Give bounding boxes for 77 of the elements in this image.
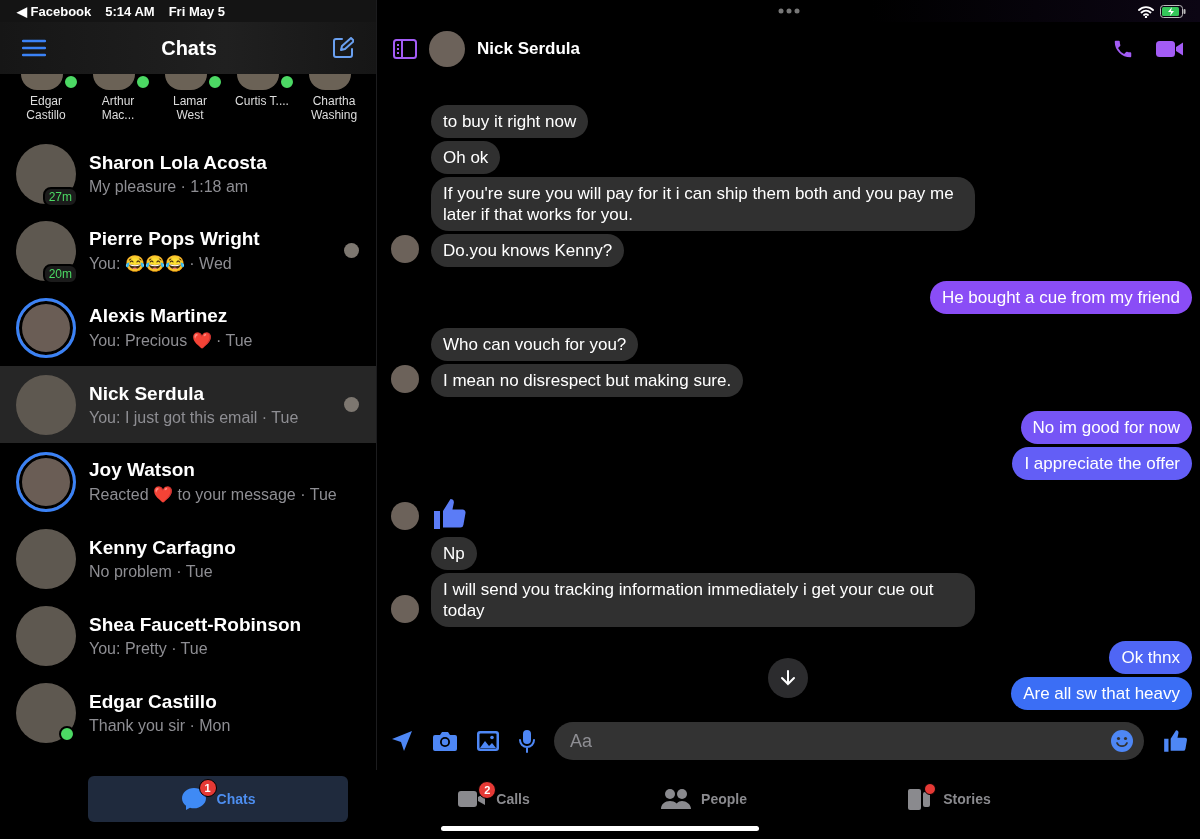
more-dots-icon[interactable]	[777, 8, 800, 14]
message-preview: You: Pretty · Tue	[89, 639, 209, 658]
chat-list-item[interactable]: Edgar Castillo Thank you sir · Mon	[0, 674, 376, 751]
message-bubble: Who can vouch for you?	[431, 328, 639, 361]
tab[interactable]: People	[588, 776, 820, 822]
location-arrow-icon[interactable]	[390, 729, 414, 753]
chat-list-item[interactable]: Kenny Carfagno No problem · Tue	[0, 520, 376, 597]
contact-name: Edgar Castillo	[89, 690, 218, 713]
contact-name: Edgar Castillo	[25, 94, 67, 122]
message-preview: You: 😂😂😂 · Wed	[89, 254, 233, 273]
status-time: 5:14 AM	[105, 3, 155, 19]
tab[interactable]: 2 Calls	[400, 776, 588, 822]
image-icon[interactable]	[476, 730, 500, 752]
microphone-icon[interactable]	[518, 729, 536, 753]
contact-name: Sharon Lola Acosta	[89, 151, 268, 174]
message-bubble: Do.you knows Kenny?	[431, 234, 625, 267]
contact-name: Shea Faucett-Robinson	[89, 613, 303, 636]
notification-badge: 2	[478, 781, 497, 799]
menu-icon[interactable]	[22, 39, 46, 57]
contact-name: Curtis T....	[234, 94, 290, 108]
contact-name: Nick Serdula	[89, 382, 206, 405]
message-preview: My pleasure · 1:18 am	[89, 177, 250, 196]
message-bubble: If you're sure you will pay for it i can ship them both and you pay me later if that works for you.	[431, 177, 975, 231]
contact-name: Lamar West	[172, 94, 208, 122]
emoji-icon[interactable]	[1110, 729, 1134, 753]
message-bubble: Ok thnx	[1109, 641, 1192, 674]
tab[interactable]: Stories	[820, 776, 1078, 822]
message-bubble: I mean no disrespect but making sure.	[431, 364, 744, 397]
contact-name: Alexis Martinez	[89, 305, 229, 327]
message-bubble: Oh ok	[431, 141, 501, 174]
chat-list-item[interactable]: Nick Serdula You: I just got this email · Tue	[0, 366, 376, 443]
message-bubble: He bought a cue from my friend	[929, 281, 1192, 314]
chat-list-item[interactable]: Joy Watson Reacted ❤ to your message · Tue	[0, 443, 376, 520]
contact-name[interactable]: Nick Serdula	[477, 38, 580, 59]
message-input[interactable]: Aa	[554, 722, 1144, 760]
message-bubble: Np	[431, 537, 477, 570]
chat-list-item[interactable]: 20m Pierre Pops Wright You: 😂😂😂 · Wed	[0, 212, 376, 289]
avatar-photo[interactable]	[93, 74, 135, 90]
chat-list-item[interactable]: Alexis Martinez You: Precious ❤ · Tue	[0, 289, 376, 366]
message-preview: Reacted ❤ to your message · Tue	[89, 485, 338, 504]
camera-icon[interactable]	[432, 730, 458, 752]
thumbs-up-icon[interactable]	[1162, 728, 1188, 754]
back-to-app-link[interactable]: ◀ Facebook	[17, 3, 92, 19]
message-bubble: Are all sw that heavy	[1011, 677, 1192, 710]
message-preview: You: I just got this email · Tue	[89, 408, 300, 427]
sidebar-toggle-icon[interactable]	[393, 38, 417, 59]
message-bubble: I appreciate the offer	[1012, 447, 1192, 480]
arrow-down-icon	[780, 670, 796, 686]
people-icon	[661, 788, 692, 810]
message-bubble: I will send you tracking information immediately i get your cue out today	[431, 573, 975, 627]
compose-icon[interactable]	[332, 37, 354, 59]
scroll-down-button[interactable]	[768, 658, 808, 698]
contact-name: Kenny Carfagno	[89, 536, 237, 559]
contact-name: Arthur Mac...	[100, 94, 136, 122]
wifi-icon	[1138, 5, 1154, 18]
chat-list-item[interactable]: 27m Sharon Lola Acosta My pleasure · 1:18 am	[0, 135, 376, 212]
message-bubble: to buy it right now	[431, 105, 589, 138]
message-preview: Thank you sir · Mon	[89, 716, 232, 735]
chat-list-item[interactable]: Shea Faucett-Robinson You: Pretty · Tue	[0, 597, 376, 674]
tab[interactable]: 1 Chats	[88, 776, 348, 822]
contact-name: Pierre Pops Wright	[89, 228, 261, 250]
avatar-photo[interactable]	[21, 74, 63, 90]
contact-name: Chartha Washing	[309, 94, 359, 122]
message-preview: You: Precious ❤ · Tue	[89, 331, 254, 350]
avatar-photo[interactable]	[165, 74, 207, 90]
chats-title: Chats	[161, 36, 217, 60]
battery-icon	[1160, 5, 1186, 18]
chat-bubble-icon	[180, 787, 207, 811]
message-preview: No problem · Tue	[89, 562, 214, 581]
status-date: Fri May 5	[168, 3, 226, 19]
message-bubble: No im good for now	[1020, 411, 1192, 444]
video-camera-icon[interactable]	[1156, 38, 1184, 59]
notification-badge: 1	[198, 779, 217, 797]
contact-name: Joy Watson	[89, 459, 196, 481]
avatar-photo[interactable]	[237, 74, 279, 90]
avatar-photo[interactable]	[309, 74, 351, 90]
contact-avatar[interactable]	[429, 30, 465, 67]
